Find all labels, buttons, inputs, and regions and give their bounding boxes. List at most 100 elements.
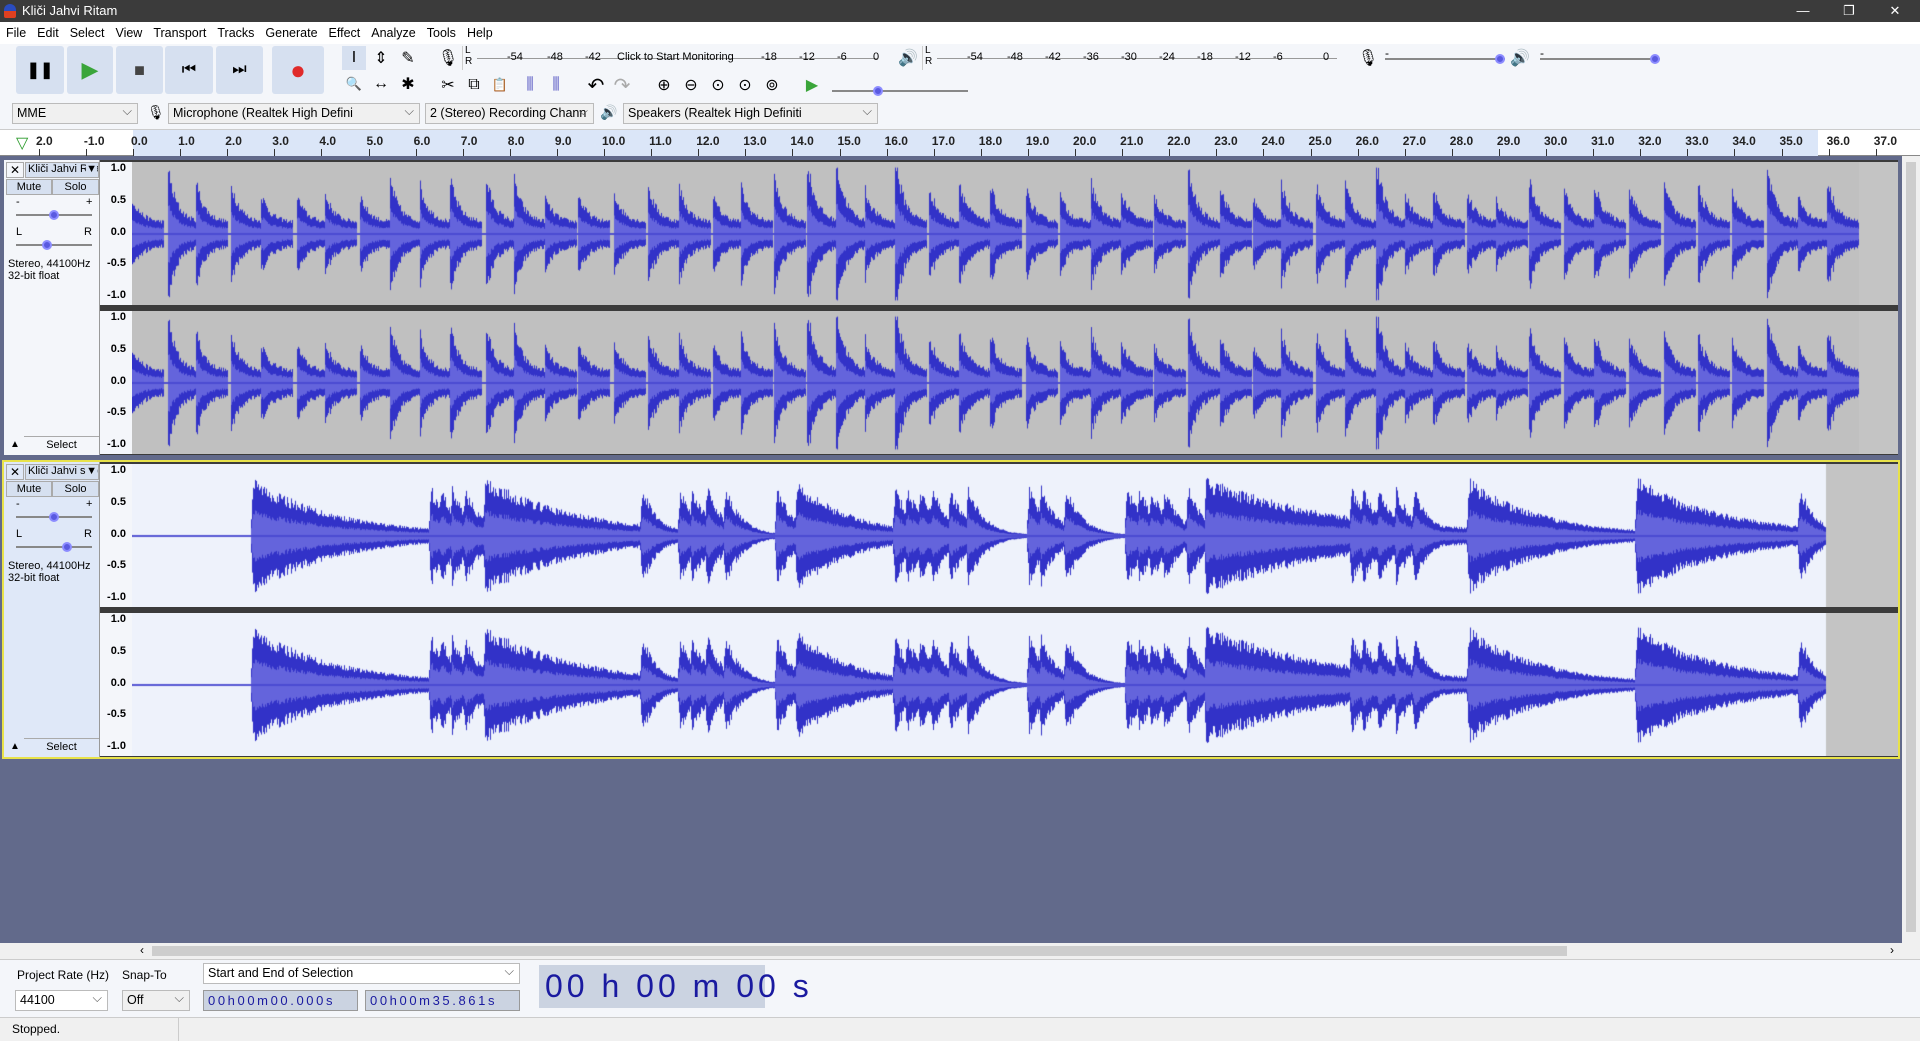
track-name-menu[interactable]: Kliči Jahvi sopran▼ [25,464,99,480]
audio-host-dropdown[interactable]: MME [12,103,138,124]
skip-to-end-button[interactable]: ⏭ [216,46,263,94]
slider-knob[interactable] [62,542,73,552]
mute-button[interactable]: Mute [6,179,52,195]
multi-tool[interactable]: ✱ [396,72,420,96]
track[interactable]: ✕Kliči Jahvi sopran▼MuteSolo - + L R Stereo, … [2,460,1900,759]
ruler-tick-label: 16.0 [884,134,908,148]
ruler-tick-label: 1.0 [178,134,195,148]
draw-tool[interactable]: ✎ [396,46,420,70]
track[interactable]: ✕Kliči Jahvi Ritam▼MuteSolo - + L R Stereo, 4… [4,160,1898,455]
recording-device-dropdown[interactable]: Microphone (Realtek High Defini [168,103,420,124]
ruler-tick-label: 29.0 [1496,134,1521,148]
snap-to-dropdown[interactable]: Off [122,990,190,1011]
project-rate-dropdown[interactable]: 44100 [15,990,108,1011]
amplitude-label: 0.5 [110,193,126,206]
menu-help[interactable]: Help [461,22,498,40]
vertical-scrollbar[interactable] [1902,156,1920,943]
mute-button[interactable]: Mute [6,481,52,497]
track-close-button[interactable]: ✕ [6,162,24,178]
solo-button[interactable]: Solo [52,481,99,497]
menu-transport[interactable]: Transport [147,22,211,40]
restore-button[interactable]: ❐ [1826,0,1872,22]
fit-project-button[interactable]: ⊙ [733,73,757,97]
silence-button[interactable]: ⫼ [544,73,568,97]
menu-bar: File Edit Select View Transport Tracks Generat… [0,22,1920,44]
menu-file[interactable]: File [0,22,31,40]
collapse-icon[interactable]: ▲ [10,741,20,752]
ruler-tick-label: 17.0 [931,134,956,148]
close-button[interactable]: ✕ [1872,0,1918,22]
minimize-button[interactable]: — [1780,0,1826,22]
undo-button[interactable]: ↶ [584,73,608,97]
selection-start-time[interactable]: 00h00m00.000s [203,990,358,1011]
selection-end-time[interactable]: 00h00m35.861s [365,990,520,1011]
track-control-panel[interactable]: ✕Kliči Jahvi sopran▼MuteSolo - + L R Stereo, … [4,462,100,757]
menu-select[interactable]: Select [64,22,110,40]
copy-button[interactable]: ⧉ [462,73,486,97]
menu-tools[interactable]: Tools [421,22,461,40]
play-head-triangle-icon[interactable]: ▽ [16,133,28,153]
scroll-left-icon[interactable]: ‹ [140,943,144,957]
redo-icon: ↷ [613,74,631,97]
play-at-speed-button[interactable]: ▶ [800,73,824,97]
skip-to-start-button[interactable]: ⏮ [165,46,213,94]
selection-mode-dropdown[interactable]: Start and End of Selection [203,963,520,984]
zoom-out-button[interactable]: ⊖ [679,73,703,97]
ruler-tick [1027,149,1029,156]
waveform-channel[interactable] [132,162,1898,305]
zoom-in-button[interactable]: ⊕ [652,73,676,97]
menu-generate[interactable]: Generate [259,22,322,40]
window-title: Kliči Jahvi Ritam [22,3,118,18]
menu-tracks[interactable]: Tracks [211,22,259,40]
audio-position-time[interactable]: 00 h 00 m 00 s [539,965,809,1008]
solo-button[interactable]: Solo [52,179,99,195]
stop-button[interactable]: ■ [116,46,163,94]
record-button[interactable]: ● [272,46,324,94]
timeline-ruler[interactable]: ▽ 2.0 -1.0 0.0 1.0 2.0 3.0 4.0 5.0 6.0 7.0 8.0 9.0 1… [0,130,1920,156]
menu-edit[interactable]: Edit [31,22,64,40]
recording-channels-dropdown[interactable]: 2 (Stereo) Recording Chann [425,103,594,124]
ruler-tick [1404,149,1406,156]
menu-analyze[interactable]: Analyze [365,22,420,40]
amplitude-label: 0.5 [110,644,126,657]
redo-button[interactable]: ↷ [610,73,634,97]
ruler-tick-label: 37.0 [1873,134,1898,148]
track-name-menu[interactable]: Kliči Jahvi Ritam▼ [25,162,99,178]
waveform-channel[interactable] [132,464,1898,607]
track-close-button[interactable]: ✕ [6,464,24,480]
selection-tool[interactable]: I [342,46,366,70]
waveform-channel[interactable] [132,613,1898,756]
menu-view[interactable]: View [109,22,147,40]
record-meter-button[interactable]: 🎙 [436,46,460,70]
scroll-right-icon[interactable]: › [1890,943,1894,957]
record-meter[interactable]: L R -54 -48 -42 Click to Start Monitoring -18… [462,45,882,70]
paste-button[interactable]: 📋 [488,73,512,97]
cut-button[interactable]: ✂ [436,73,460,97]
track-select-button[interactable]: Select [24,436,99,454]
playback-meter-button[interactable]: 🔊 [896,46,920,70]
trim-button[interactable]: ⫼ [518,73,542,97]
waveform-channel[interactable] [132,311,1898,454]
play-button[interactable]: ▶ [67,46,113,94]
playback-meter[interactable]: L R -54 -48 -42 -36 -30 -24 -18 -12 -6 0 [922,45,1342,70]
zoom-in-icon: ⊕ [657,77,671,94]
slider-knob[interactable] [42,240,53,250]
slider-knob[interactable] [49,512,59,522]
zoom-toggle-button[interactable]: ⊚ [760,73,784,97]
scrollbar-thumb[interactable] [152,946,1567,956]
zoom-tool[interactable]: 🔍 [342,72,366,96]
collapse-icon[interactable]: ▲ [10,439,20,450]
amplitude-label: -0.5 [107,559,126,572]
amplitude-label: 1.0 [110,162,126,174]
slider-knob[interactable] [49,210,59,220]
track-control-panel[interactable]: ✕Kliči Jahvi Ritam▼MuteSolo - + L R Stereo, 4… [4,160,100,455]
fit-selection-button[interactable]: ⊙ [706,73,730,97]
track-select-button[interactable]: Select [24,738,99,756]
horizontal-scrollbar[interactable]: ‹ › [0,943,1902,959]
pause-button[interactable]: ❚❚ [16,46,64,94]
menu-effect[interactable]: Effect [323,22,366,40]
playback-device-dropdown[interactable]: Speakers (Realtek High Definiti [623,103,878,124]
vertical-ruler: 1.0 0.5 0.0 -0.5 -1.0 [100,162,132,305]
envelope-tool[interactable]: ⇕ [369,46,393,70]
time-shift-tool[interactable]: ↔ [369,72,393,96]
